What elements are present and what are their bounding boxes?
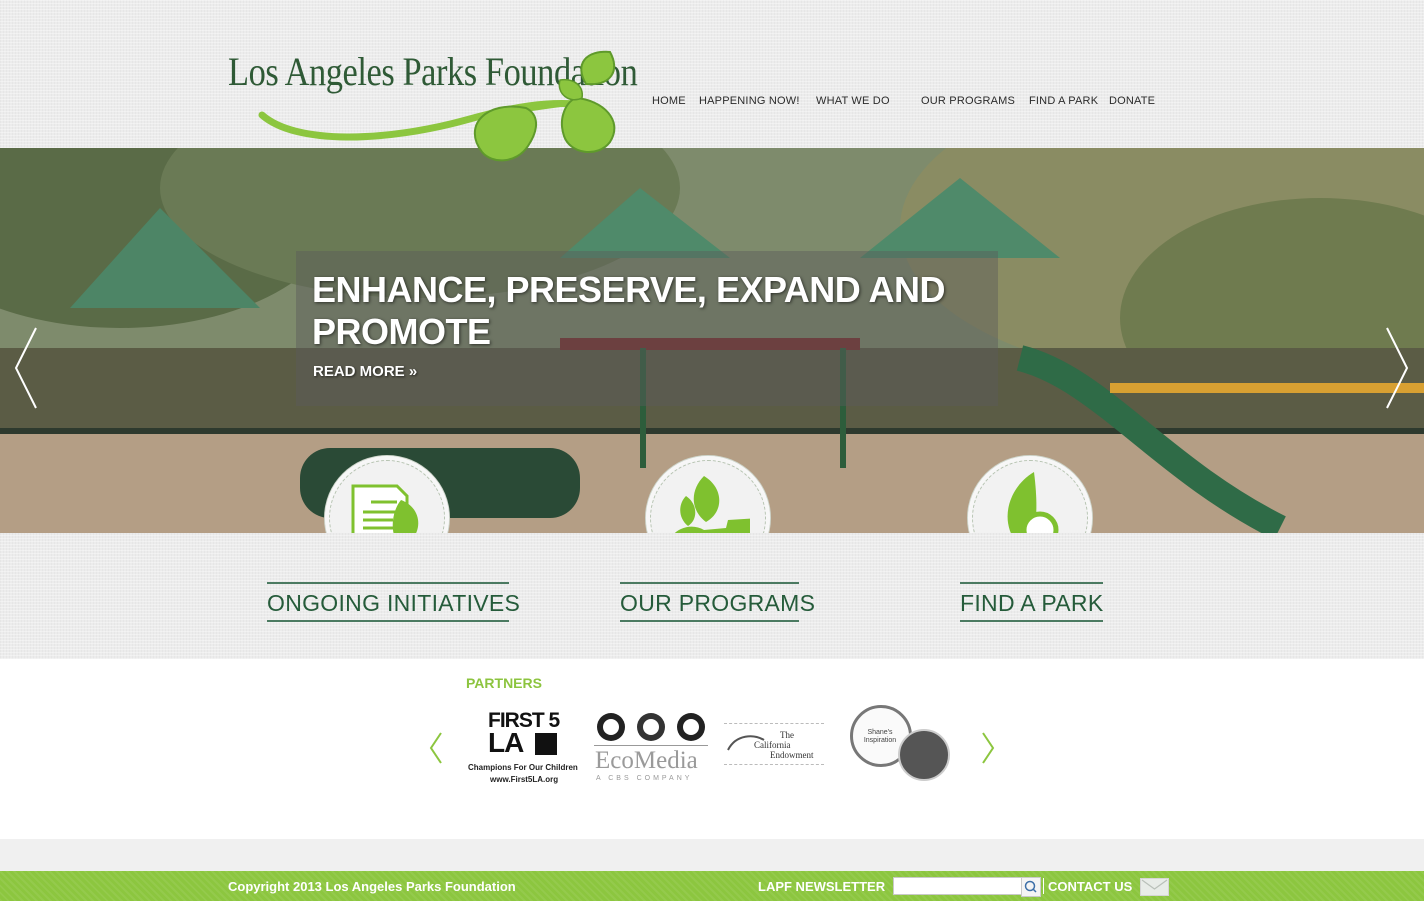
find-a-park-label[interactable]: FIND A PARK: [960, 582, 1103, 622]
leaf-swoosh-icon: [258, 50, 616, 162]
mail-icon[interactable]: [1140, 878, 1169, 896]
contact-us-link[interactable]: CONTACT US: [1048, 879, 1132, 894]
ecomedia-text: EcoMedia: [595, 747, 698, 774]
partner-shanes-inspiration-logo[interactable]: Shane's Inspiration: [850, 705, 950, 785]
nav-donate[interactable]: DONATE: [1109, 95, 1155, 107]
endowment-text2: California: [754, 740, 791, 750]
endowment-text3: Endowment: [770, 750, 814, 760]
site-logo[interactable]: Los Angeles Parks Foundation: [226, 40, 646, 170]
first5la-tagline: Champions For Our Children: [468, 763, 578, 772]
newsletter-submit-button[interactable]: [1021, 877, 1041, 897]
site-footer: Copyright 2013 Los Angeles Parks Foundat…: [0, 871, 1424, 901]
features-row: ONGOING INITIATIVES OUR PROGRAMS FIND A …: [0, 533, 1424, 659]
partner-ecomedia-logo[interactable]: EcoMedia A CBS COMPANY: [594, 711, 710, 785]
partner-first5la-logo[interactable]: FIRST 5 LA Champions For Our Children ww…: [466, 709, 582, 787]
hero-title: ENHANCE, PRESERVE, EXPAND AND PROMOTE: [312, 269, 945, 352]
newsletter-email-input[interactable]: [893, 877, 1023, 895]
shanes-text: Shane's Inspiration: [863, 729, 897, 744]
footer-spacer: [0, 839, 1424, 871]
partner-california-endowment-logo[interactable]: The California Endowment: [724, 723, 824, 765]
first5la-url: www.First5LA.org: [490, 775, 559, 784]
partners-prev-icon[interactable]: [429, 731, 443, 765]
site-header: Los Angeles Parks Foundation HOME HAPPEN…: [0, 0, 1424, 162]
nav-happening-now[interactable]: HAPPENING NOW!: [699, 95, 800, 107]
first5la-line2: LA: [488, 727, 524, 758]
shanes-photo: [898, 729, 950, 781]
search-icon: [1024, 880, 1037, 893]
chevron-left-icon[interactable]: [12, 326, 40, 410]
endowment-text1: The: [780, 730, 794, 740]
newsletter-label: LAPF NEWSLETTER: [758, 879, 886, 894]
nav-what-we-do[interactable]: WHAT WE DO: [816, 95, 890, 107]
ecomedia-circles-icon: [597, 713, 705, 741]
ongoing-initiatives-label[interactable]: ONGOING INITIATIVES: [267, 582, 520, 622]
nav-home[interactable]: HOME: [652, 95, 686, 107]
partners-title: PARTNERS: [466, 675, 542, 691]
nav-find-a-park[interactable]: FIND A PARK: [1029, 95, 1098, 107]
ecomedia-tagline: A CBS COMPANY: [596, 775, 693, 782]
footer-divider: [1043, 878, 1044, 894]
hand-icon: [535, 733, 557, 755]
partners-next-icon[interactable]: [981, 731, 995, 765]
nav-our-programs[interactable]: OUR PROGRAMS: [921, 95, 1015, 107]
hero-caption: ENHANCE, PRESERVE, EXPAND AND PROMOTE RE…: [296, 251, 998, 406]
copyright-text: Copyright 2013 Los Angeles Parks Foundat…: [228, 879, 516, 894]
our-programs-label[interactable]: OUR PROGRAMS: [620, 582, 815, 622]
read-more-link[interactable]: READ MORE »: [313, 363, 417, 380]
chevron-right-icon[interactable]: [1383, 326, 1411, 410]
partners-section: PARTNERS FIRST 5 LA Champions For Our Ch…: [0, 659, 1424, 839]
